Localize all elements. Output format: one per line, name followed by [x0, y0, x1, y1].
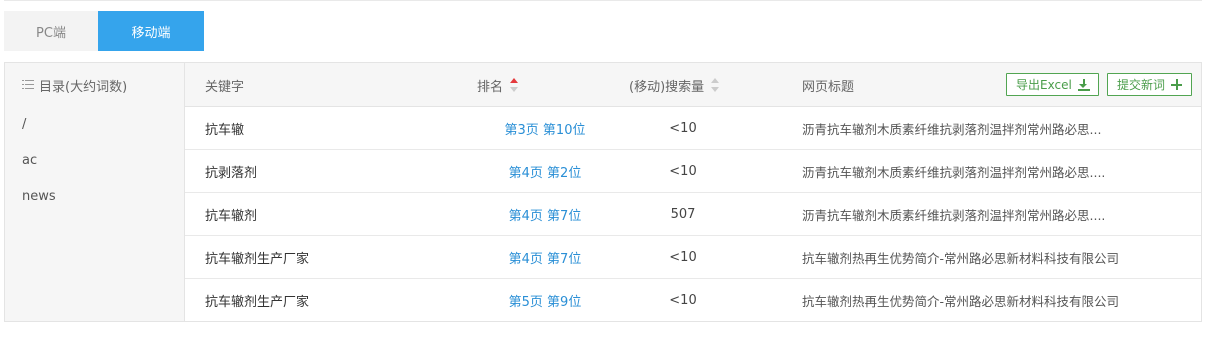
plus-icon [1171, 78, 1183, 91]
page-title-cell: 沥青抗车辙剂木质素纤维抗剥落剂温拌剂常州路必思... [802, 121, 1102, 137]
export-excel-button[interactable]: 导出Excel [1006, 73, 1099, 96]
sidebar-item-root[interactable]: / [5, 113, 184, 149]
page-title-cell: 抗车辙剂热再生优势简介-常州路必思新材料科技有限公司 [802, 250, 1120, 266]
volume-cell: <10 [669, 292, 697, 308]
tab-pc[interactable]: PC端 [4, 11, 98, 51]
header-rank[interactable]: 排名 [477, 63, 519, 107]
sidebar-item-ac[interactable]: ac [5, 149, 184, 185]
list-icon [22, 80, 34, 90]
keyword-cell: 抗剥落剂 [205, 165, 258, 181]
volume-cell: 507 [670, 206, 696, 222]
rank-link[interactable]: 第3页 第10位 [425, 107, 665, 149]
keyword-cell: 抗车辙 [205, 122, 245, 138]
keyword-cell: 抗车辙剂生产厂家 [205, 294, 310, 310]
download-icon [1077, 78, 1090, 91]
keyword-cell: 抗车辙剂生产厂家 [205, 251, 310, 267]
sidebar-header: 目录(大约词数) [5, 63, 184, 107]
sort-volume-icon[interactable] [711, 78, 720, 92]
device-tabs: PC端 移动端 [4, 11, 204, 51]
keyword-panel: 目录(大约词数) / ac news 关键字 排名 (移动)搜索量 网页标题 导… [4, 62, 1202, 322]
header-keyword: 关键字 [205, 63, 244, 107]
submit-new-keyword-button[interactable]: 提交新词 [1107, 73, 1193, 96]
table-row: 抗车辙 第3页 第10位 <10 沥青抗车辙剂木质素纤维抗剥落剂温拌剂常州路必思… [185, 107, 1201, 150]
export-excel-label: 导出Excel [1016, 78, 1072, 92]
rank-link[interactable]: 第4页 第7位 [425, 236, 665, 278]
volume-cell: <10 [669, 120, 697, 136]
header-volume[interactable]: (移动)搜索量 [629, 63, 720, 107]
rank-link[interactable]: 第4页 第2位 [425, 150, 665, 192]
tab-mobile[interactable]: 移动端 [98, 11, 204, 51]
header-title-label: 网页标题 [802, 79, 855, 95]
table-row: 抗车辙剂 第4页 第7位 507 沥青抗车辙剂木质素纤维抗剥落剂温拌剂常州路必思… [185, 193, 1201, 236]
sidebar-item-news[interactable]: news [5, 185, 184, 221]
directory-sidebar: 目录(大约词数) / ac news [5, 63, 185, 321]
volume-cell: <10 [669, 249, 697, 265]
table-row: 抗车辙剂生产厂家 第4页 第7位 <10 抗车辙剂热再生优势简介-常州路必思新材… [185, 236, 1201, 279]
submit-new-keyword-label: 提交新词 [1117, 78, 1166, 92]
page-title-cell: 抗车辙剂热再生优势简介-常州路必思新材料科技有限公司 [802, 293, 1120, 309]
keyword-table: 关键字 排名 (移动)搜索量 网页标题 导出Excel 提交新词 抗车辙 第3页… [185, 63, 1201, 321]
rank-link[interactable]: 第4页 第7位 [425, 193, 665, 235]
header-title: 网页标题 [802, 63, 854, 107]
page-title-cell: 沥青抗车辙剂木质素纤维抗剥落剂温拌剂常州路必思.... [802, 207, 1106, 223]
top-divider [4, 0, 1202, 1]
table-row: 抗剥落剂 第4页 第2位 <10 沥青抗车辙剂木质素纤维抗剥落剂温拌剂常州路必思… [185, 150, 1201, 193]
page-title-cell: 沥青抗车辙剂木质素纤维抗剥落剂温拌剂常州路必思.... [802, 164, 1106, 180]
sidebar-header-label: 目录(大约词数) [39, 79, 128, 95]
table-body: 抗车辙 第3页 第10位 <10 沥青抗车辙剂木质素纤维抗剥落剂温拌剂常州路必思… [185, 107, 1201, 322]
table-header: 关键字 排名 (移动)搜索量 网页标题 导出Excel 提交新词 [185, 63, 1201, 107]
header-volume-label: (移动)搜索量 [629, 79, 705, 95]
keyword-cell: 抗车辙剂 [205, 208, 258, 224]
table-row: 抗车辙剂生产厂家 第5页 第9位 <10 抗车辙剂热再生优势简介-常州路必思新材… [185, 279, 1201, 322]
header-rank-label: 排名 [477, 79, 504, 95]
header-keyword-label: 关键字 [205, 79, 245, 95]
page-root: PC端 移动端 目录(大约词数) / ac news 关键字 排名 (移动)搜索… [0, 0, 1206, 344]
rank-link[interactable]: 第5页 第9位 [425, 279, 665, 321]
sort-rank-icon[interactable] [510, 78, 519, 92]
volume-cell: <10 [669, 163, 697, 179]
sidebar-list: / ac news [5, 107, 184, 221]
